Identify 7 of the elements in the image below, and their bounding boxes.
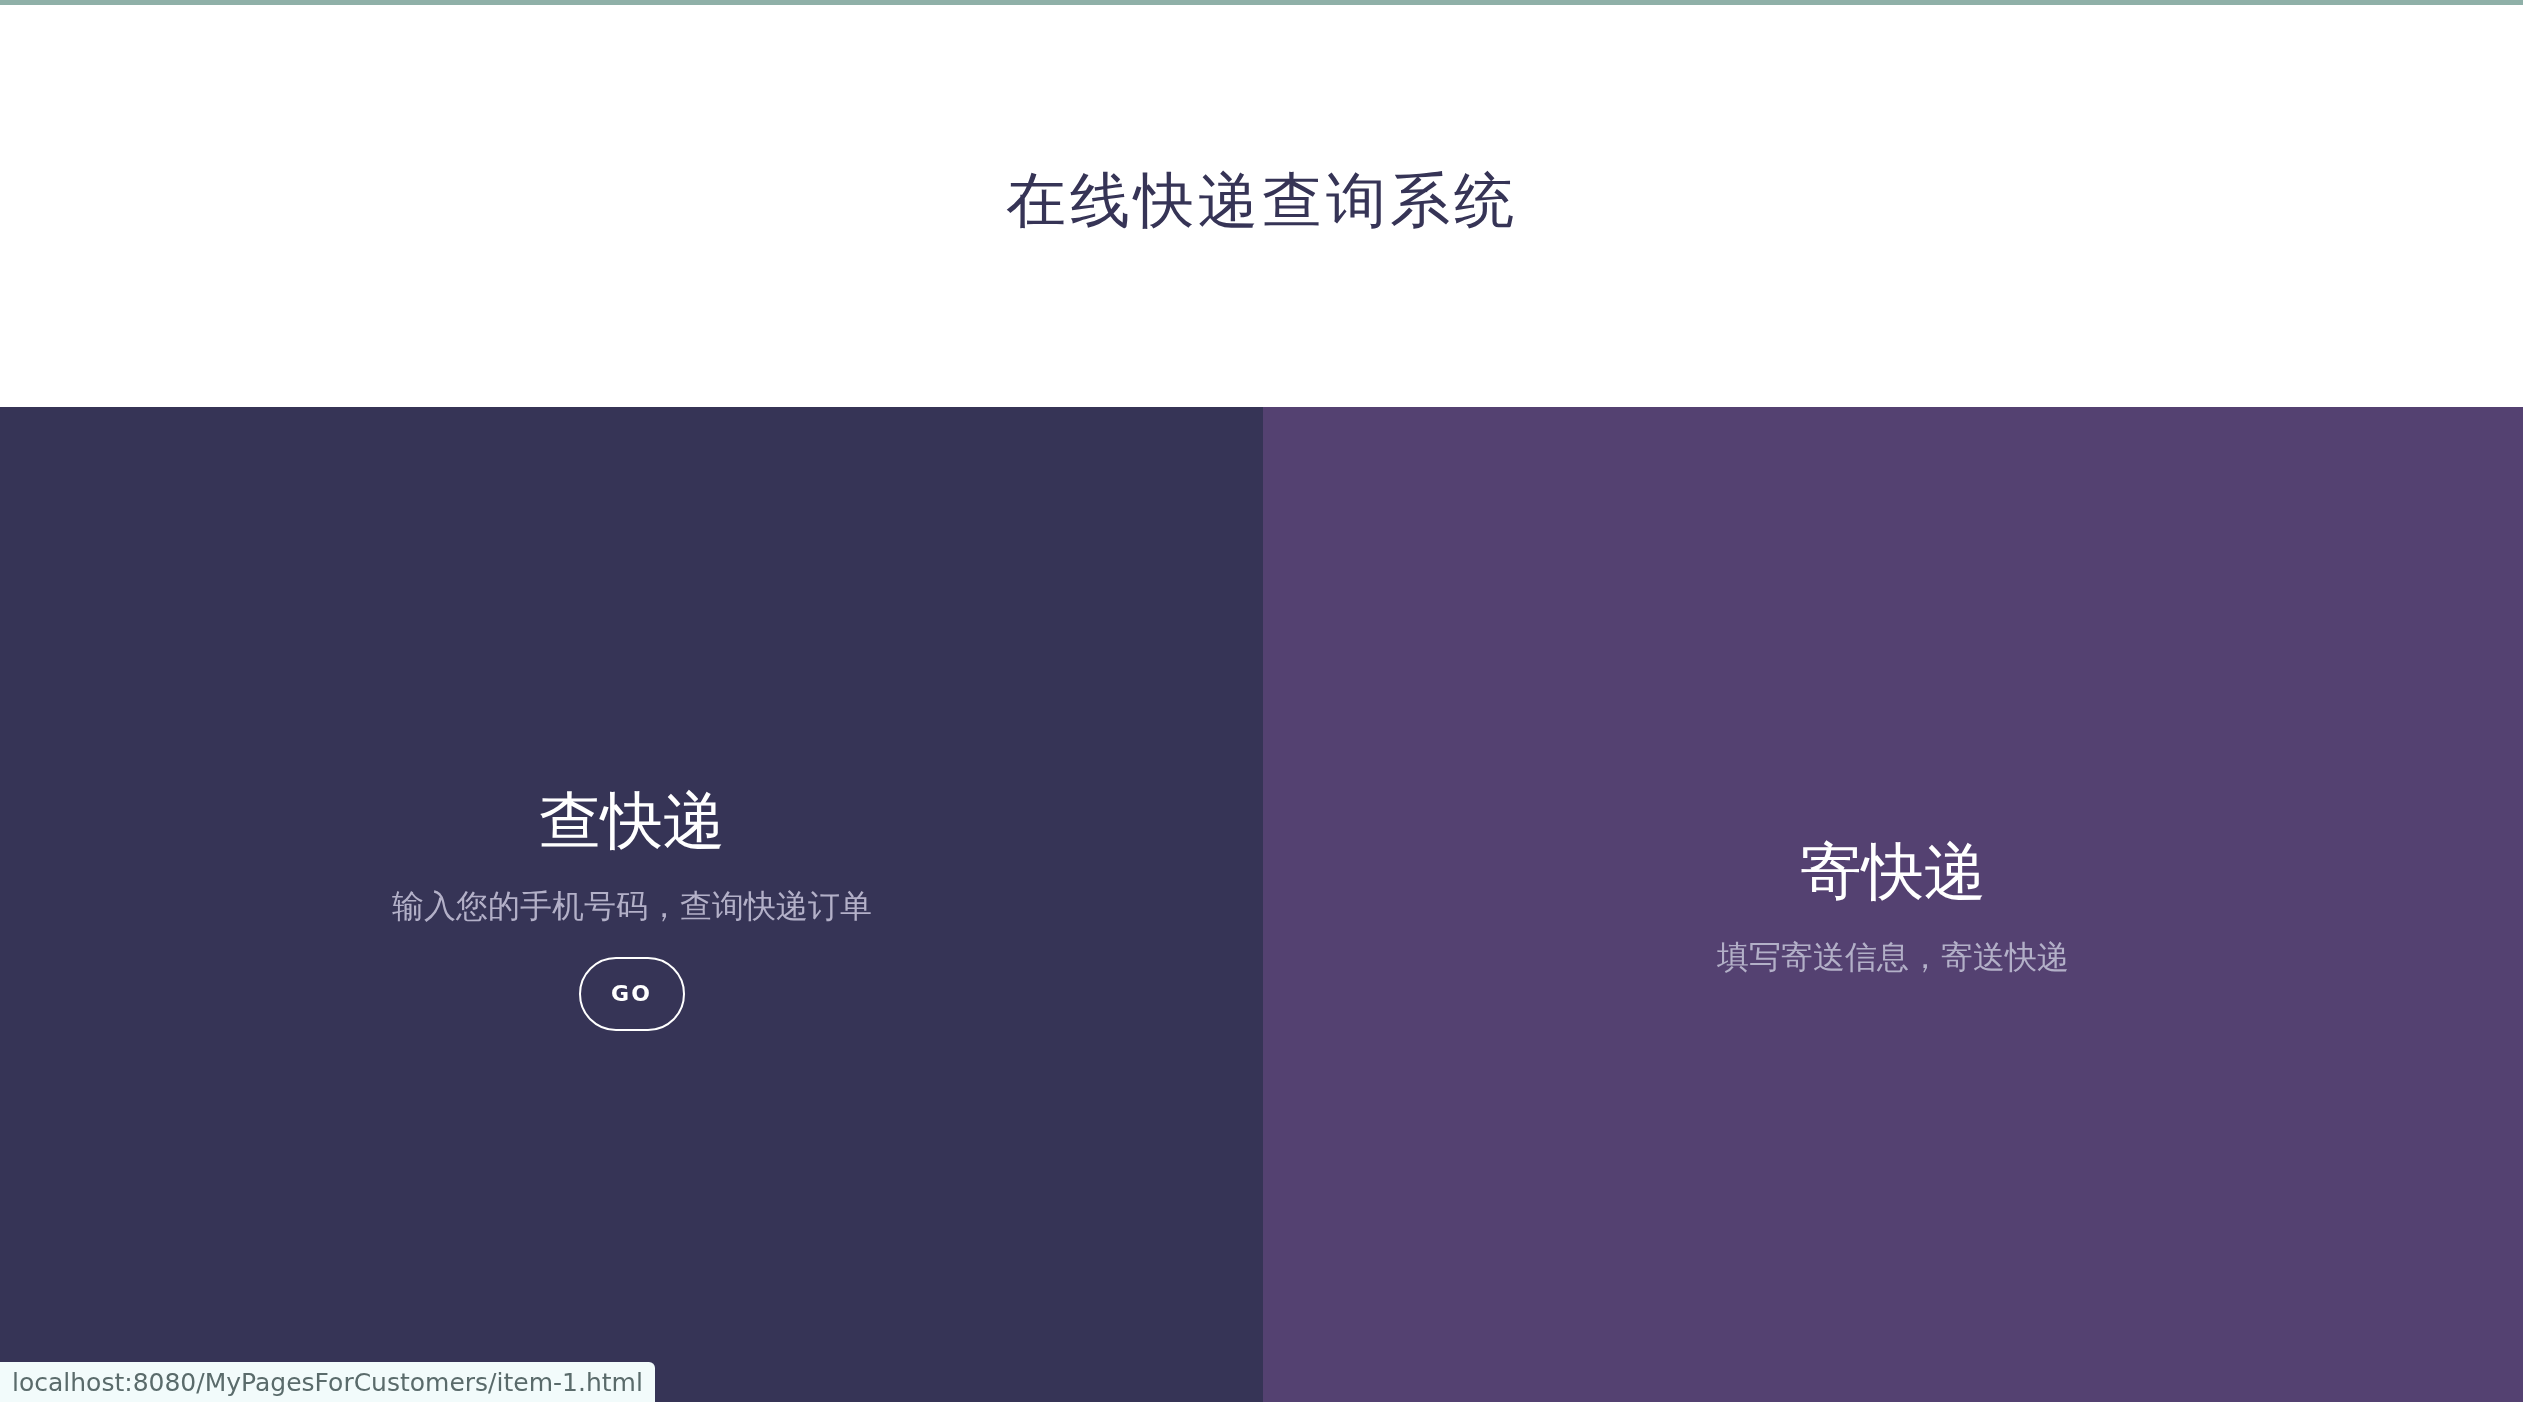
panel-title: 寄快递 [1800, 833, 1986, 910]
status-bar-url: localhost:8080/MyPagesForCustomers/item-1.html [0, 1362, 655, 1402]
go-button[interactable]: GO [578, 956, 685, 1031]
panel-title: 查快递 [538, 782, 725, 859]
panel-subtitle: 填写寄送信息，寄送快递 [1717, 936, 2069, 978]
panel-subtitle: 输入您的手机号码，查询快递订单 [391, 885, 872, 927]
site-title: 在线快递查询系统 [1005, 163, 1518, 237]
